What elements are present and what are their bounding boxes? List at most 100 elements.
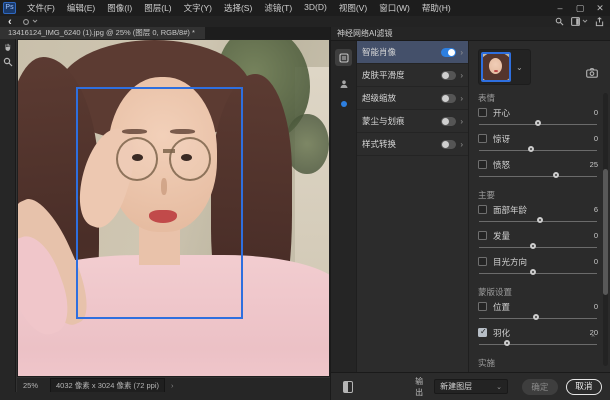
- slider-knob[interactable]: [533, 314, 539, 320]
- slider-track[interactable]: [479, 268, 597, 279]
- status-chevron-icon[interactable]: ›: [171, 381, 174, 390]
- filter-list: 智能肖像 › 皮肤平滑度› 超级缩放 › 蒙尘与划痕›样式转换›: [357, 41, 469, 372]
- options-bar: ‹: [0, 16, 610, 27]
- setting-label: 保留独特细节: [493, 372, 590, 373]
- zoom-level[interactable]: 25%: [23, 381, 38, 390]
- slider-track[interactable]: [479, 171, 597, 182]
- setting-checkbox[interactable]: [478, 328, 487, 337]
- setting-label: 愤怒: [493, 159, 590, 171]
- slider-track[interactable]: [479, 242, 597, 253]
- minimize-button[interactable]: –: [550, 0, 570, 16]
- filter-row[interactable]: 智能肖像 ›: [357, 41, 468, 64]
- slider-knob[interactable]: [553, 172, 559, 178]
- cancel-button[interactable]: 取消: [566, 379, 602, 395]
- menu-item[interactable]: 滤镜(T): [259, 0, 297, 16]
- slider-knob[interactable]: [528, 146, 534, 152]
- slider-row: 面部年龄6: [478, 203, 598, 227]
- filter-toggle[interactable]: [441, 117, 456, 126]
- close-button[interactable]: ✕: [590, 0, 610, 16]
- slider-track[interactable]: [479, 145, 597, 156]
- slider-track[interactable]: [479, 216, 597, 227]
- preview-split-icon[interactable]: [343, 381, 353, 393]
- portrait-category-button[interactable]: [335, 75, 352, 92]
- section-header: 主要: [478, 189, 598, 201]
- all-filters-button[interactable]: [335, 49, 352, 66]
- output-select[interactable]: 新建图层 ⌄: [434, 379, 508, 394]
- menu-item[interactable]: 窗口(W): [374, 0, 415, 16]
- menu-item[interactable]: 编辑(E): [62, 0, 100, 16]
- scrollbar-thumb[interactable]: [603, 169, 608, 295]
- slider-knob[interactable]: [537, 217, 543, 223]
- collapse-caret-icon[interactable]: ⌃: [590, 334, 596, 342]
- filter-row[interactable]: 样式转换›: [357, 133, 468, 156]
- slider-knob[interactable]: [535, 120, 541, 126]
- setting-checkbox[interactable]: [478, 134, 487, 143]
- setting-value: 6: [594, 205, 598, 214]
- camera-button[interactable]: [586, 65, 598, 83]
- settings-scrollbar[interactable]: [603, 93, 608, 366]
- menu-item[interactable]: 文件(F): [22, 0, 60, 16]
- filter-toggle[interactable]: [441, 71, 456, 80]
- slider-track[interactable]: [479, 339, 597, 350]
- panel-title: 神经网络AI滤镜: [331, 27, 610, 41]
- setting-checkbox[interactable]: [478, 108, 487, 117]
- all-filters-icon: [339, 53, 349, 63]
- slider-knob[interactable]: [530, 269, 536, 275]
- slider-knob[interactable]: [504, 340, 510, 346]
- setting-label: 开心: [493, 107, 594, 119]
- setting-checkbox[interactable]: [478, 160, 487, 169]
- menu-item[interactable]: 3D(D): [299, 0, 332, 16]
- menu-item[interactable]: 图像(I): [102, 0, 137, 16]
- setting-value: 0: [594, 231, 598, 240]
- zoom-tool-icon[interactable]: [3, 57, 13, 67]
- setting-label: 位置: [493, 301, 594, 313]
- neural-filters-panel: 神经网络AI滤镜 智能肖像 › 皮肤平滑度› 超级缩放 › 蒙尘与划痕›样式转换›: [330, 27, 610, 400]
- setting-value: 0: [594, 302, 598, 311]
- slider-row: 目光方向0: [478, 255, 598, 279]
- ok-button[interactable]: 确定: [522, 379, 558, 395]
- menu-item[interactable]: 文字(Y): [179, 0, 217, 16]
- title-bar: Ps 文件(F)编辑(E)图像(I)图层(L)文字(Y)选择(S)滤镜(T)3D…: [0, 0, 610, 16]
- setting-checkbox[interactable]: [478, 257, 487, 266]
- back-button[interactable]: ‹: [8, 17, 12, 27]
- filter-label: 超级缩放: [362, 92, 441, 104]
- menu-item[interactable]: 选择(S): [219, 0, 257, 16]
- filter-toggle[interactable]: [441, 48, 456, 57]
- face-selector[interactable]: ⌄: [478, 49, 531, 85]
- menu-item[interactable]: 帮助(H): [417, 0, 456, 16]
- menu-item[interactable]: 图层(L): [139, 0, 176, 16]
- search-icon[interactable]: [555, 17, 564, 26]
- menu-item[interactable]: 视图(V): [334, 0, 372, 16]
- filter-toggle[interactable]: [441, 94, 456, 103]
- chevron-right-icon: ›: [460, 48, 463, 57]
- face-thumbnail: [481, 52, 511, 82]
- slider-track[interactable]: [479, 119, 597, 130]
- beta-indicator-dot: [341, 101, 347, 107]
- tool-options[interactable]: [22, 18, 38, 26]
- document-dimensions: 4032 像素 x 3024 像素 (72 ppi): [50, 378, 165, 393]
- menu-bar: 文件(F)编辑(E)图像(I)图层(L)文字(Y)选择(S)滤镜(T)3D(D)…: [22, 0, 456, 16]
- setting-checkbox[interactable]: [478, 231, 487, 240]
- setting-checkbox[interactable]: [478, 302, 487, 311]
- filter-toggle[interactable]: [441, 140, 456, 149]
- chevron-right-icon: ›: [460, 94, 463, 103]
- filter-row[interactable]: 皮肤平滑度›: [357, 64, 468, 87]
- hand-tool-icon[interactable]: [3, 42, 13, 52]
- document-tab[interactable]: 13416124_IMG_6240 (1).jpg @ 25% (图层 0, R…: [0, 27, 205, 39]
- photo-plant: [285, 114, 329, 174]
- setting-checkbox[interactable]: [478, 205, 487, 214]
- filter-row[interactable]: 超级缩放 ›: [357, 87, 468, 110]
- app-logo: Ps: [3, 2, 16, 14]
- share-icon[interactable]: [595, 17, 604, 27]
- person-icon: [339, 79, 349, 89]
- slider-track[interactable]: [479, 313, 597, 324]
- maximize-button[interactable]: ▢: [570, 0, 590, 16]
- panel-footer: 输出 新建图层 ⌄ 确定 取消: [331, 372, 610, 400]
- slider-knob[interactable]: [530, 243, 536, 249]
- filter-label: 智能肖像: [362, 46, 441, 58]
- canvas-area[interactable]: [17, 39, 330, 377]
- filter-row[interactable]: 蒙尘与划痕›: [357, 110, 468, 133]
- setting-label: 惊讶: [493, 133, 594, 145]
- output-label: 输出: [415, 376, 428, 398]
- workspace-switcher[interactable]: [571, 17, 588, 26]
